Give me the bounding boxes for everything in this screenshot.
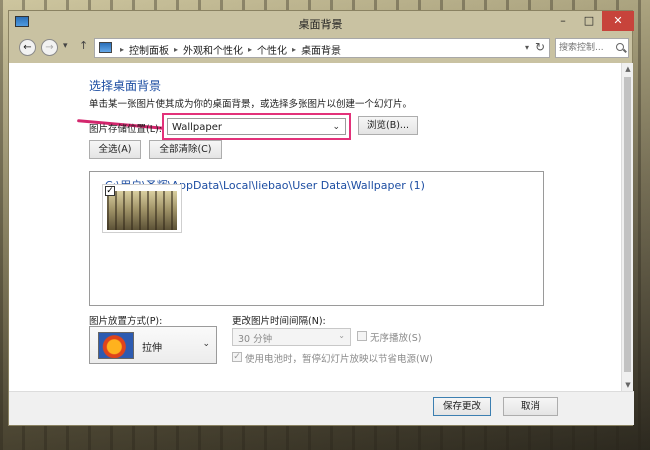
picture-location-label: 图片存储位置(L): xyxy=(89,124,162,135)
desktop-background-window: 桌面背景 – □ ✕ ← → ▾ ↑ ▸ 控制面板 ▸ 外观和个性化 ▸ 个性化… xyxy=(8,10,634,426)
window-title: 桌面背景 xyxy=(298,18,343,31)
picture-position-dropdown[interactable]: 拉伸 ⌄ xyxy=(89,326,217,364)
search-box[interactable] xyxy=(555,38,629,58)
navigation-bar: ← → ▾ ↑ ▸ 控制面板 ▸ 外观和个性化 ▸ 个性化 ▸ 桌面背景 ▾ ↻ xyxy=(9,33,632,63)
interval-value: 30 分钟 xyxy=(238,334,273,345)
crumb-separator: ▸ xyxy=(174,45,179,54)
picture-location-value: Wallpaper xyxy=(172,122,223,133)
breadcrumb-control-panel[interactable]: 控制面板 xyxy=(129,42,169,57)
breadcrumb-desktop-background[interactable]: 桌面背景 xyxy=(301,42,341,57)
search-icon[interactable] xyxy=(616,43,624,51)
shuffle-checkbox[interactable] xyxy=(357,331,367,341)
wallpaper-thumbnail[interactable]: ✓ xyxy=(102,184,182,233)
maximize-button[interactable]: □ xyxy=(576,11,602,31)
control-panel-icon xyxy=(99,42,112,53)
picture-list: C:\用户\圣辉\AppData\Local\liebao\User Data\… xyxy=(89,171,544,306)
crumb-separator: ▸ xyxy=(120,45,125,54)
forward-button[interactable]: → xyxy=(41,39,58,56)
breadcrumb: ▸ 控制面板 ▸ 外观和个性化 ▸ 个性化 ▸ 桌面背景 xyxy=(115,42,341,57)
chevron-down-icon: ⌄ xyxy=(338,331,345,340)
chevron-down-icon: ⌄ xyxy=(332,122,340,132)
interval-dropdown[interactable]: 30 分钟 ⌄ xyxy=(232,328,351,346)
thumbnail-checkbox[interactable]: ✓ xyxy=(105,186,115,196)
picture-location-dropdown[interactable]: Wallpaper ⌄ xyxy=(167,118,346,135)
page-title: 选择桌面背景 xyxy=(89,79,162,93)
chevron-down-icon: ⌄ xyxy=(202,339,210,349)
search-input[interactable] xyxy=(559,41,613,55)
wallpaper-image xyxy=(107,191,177,230)
browse-button[interactable]: 浏览(B)... xyxy=(358,116,418,135)
minimize-button[interactable]: – xyxy=(550,11,576,31)
scroll-down-icon[interactable]: ▼ xyxy=(622,381,634,389)
cancel-button[interactable]: 取消 xyxy=(503,397,558,416)
battery-pause-label: 使用电池时，暂停幻灯片放映以节省电源(W) xyxy=(245,354,433,365)
crumb-separator: ▸ xyxy=(248,45,253,54)
save-changes-button[interactable]: 保存更改 xyxy=(433,397,491,416)
page-description: 单击某一张图片使其成为你的桌面背景，或选择多张图片以创建一个幻灯片。 xyxy=(89,99,413,110)
close-button[interactable]: ✕ xyxy=(602,11,634,31)
breadcrumb-personalization[interactable]: 个性化 xyxy=(257,42,287,57)
up-button[interactable]: ↑ xyxy=(79,39,88,52)
title-bar: 桌面背景 – □ ✕ xyxy=(9,11,634,33)
content-pane: 选择桌面背景 单击某一张图片使其成为你的桌面背景，或选择多张图片以创建一个幻灯片… xyxy=(9,63,621,391)
scrollbar-thumb[interactable] xyxy=(624,77,631,372)
recent-locations-button[interactable]: ▾ xyxy=(63,41,68,51)
flower-preview-icon xyxy=(98,332,134,359)
breadcrumb-appearance[interactable]: 外观和个性化 xyxy=(183,42,243,57)
select-all-button[interactable]: 全选(A) xyxy=(89,140,141,159)
interval-label: 更改图片时间间隔(N): xyxy=(232,316,326,327)
clear-all-button[interactable]: 全部清除(C) xyxy=(149,140,222,159)
address-bar[interactable]: ▸ 控制面板 ▸ 外观和个性化 ▸ 个性化 ▸ 桌面背景 ▾ ↻ xyxy=(94,38,550,58)
picture-location-highlight: Wallpaper ⌄ xyxy=(162,113,351,140)
back-button[interactable]: ← xyxy=(19,39,36,56)
vertical-scrollbar[interactable]: ▲ ▼ xyxy=(621,63,633,391)
crumb-separator: ▸ xyxy=(292,45,297,54)
picture-position-label: 图片放置方式(P): xyxy=(89,316,163,327)
picture-position-value: 拉伸 xyxy=(142,343,162,354)
scroll-up-icon[interactable]: ▲ xyxy=(622,65,634,73)
refresh-icon[interactable]: ↻ xyxy=(535,40,545,54)
battery-pause-checkbox[interactable]: ✓ xyxy=(232,352,242,362)
shuffle-label: 无序播放(S) xyxy=(370,333,422,344)
address-history-dropdown[interactable]: ▾ xyxy=(525,43,529,52)
